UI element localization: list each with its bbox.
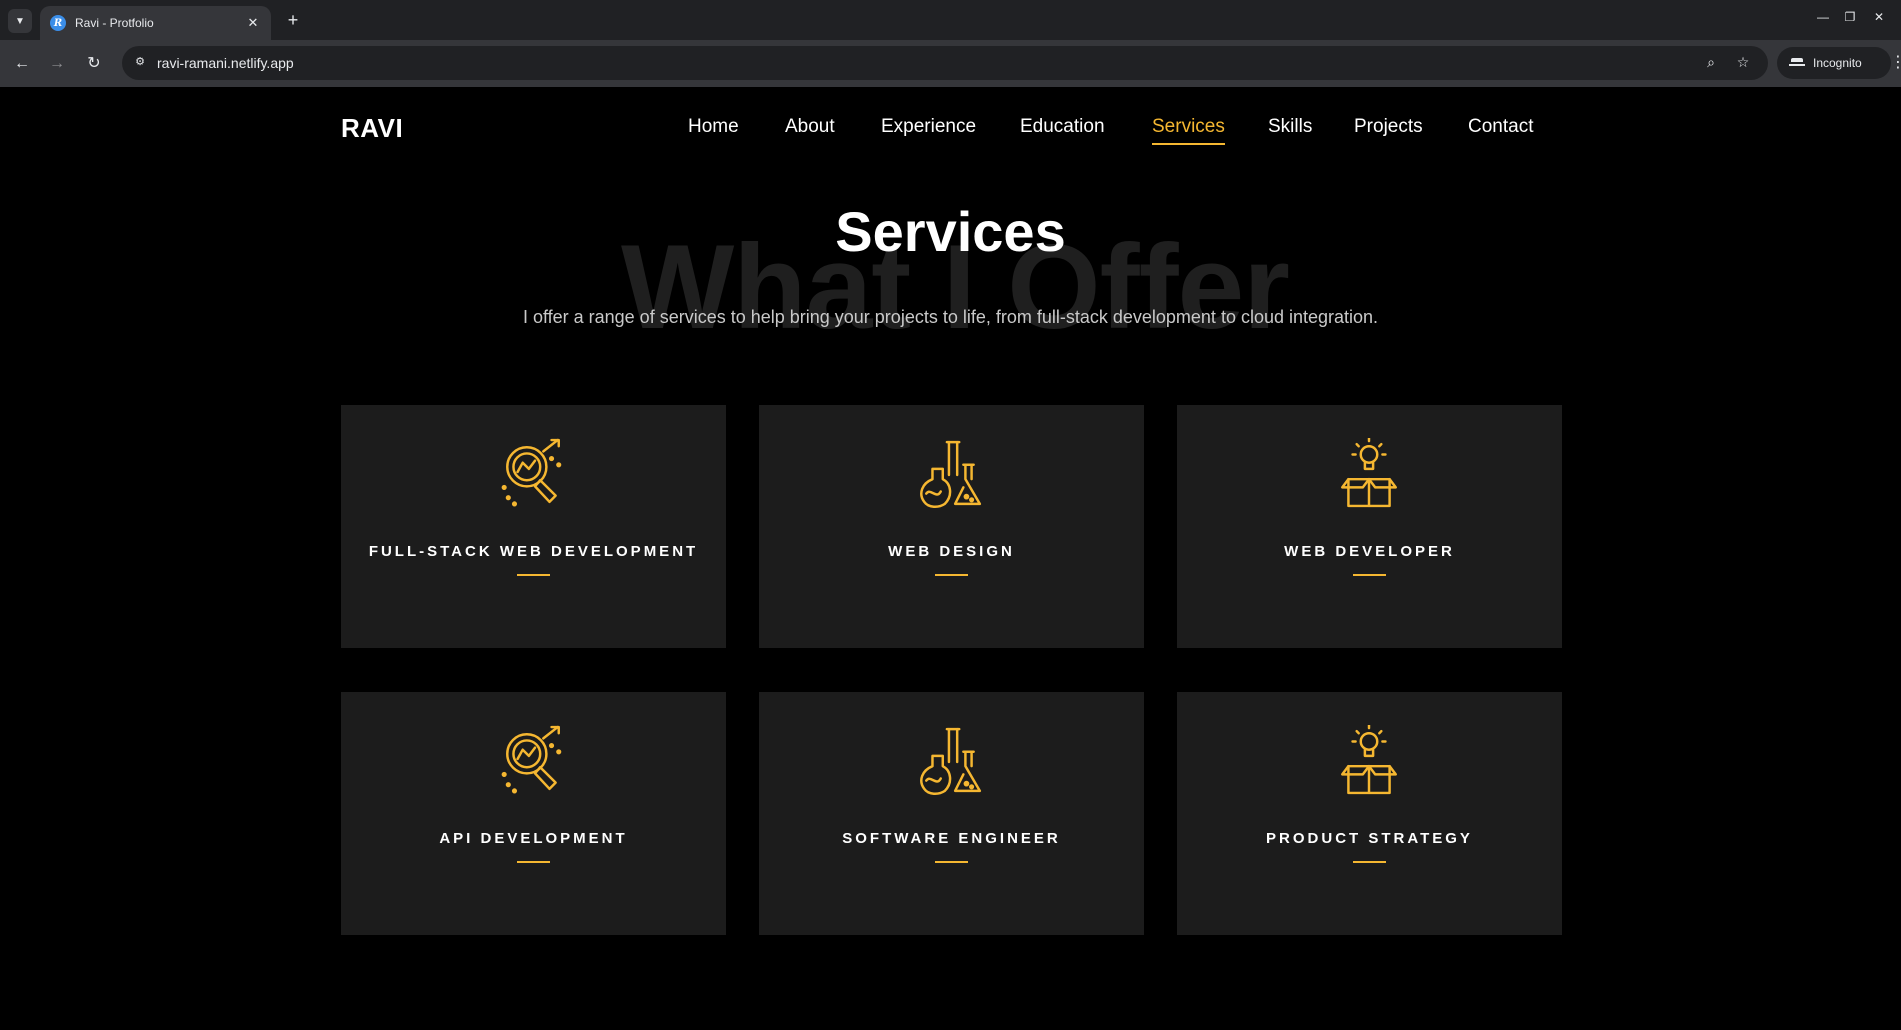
tab-title: Ravi - Protfolio [75,16,154,30]
forward-arrow-icon[interactable]: → [46,53,68,75]
section-subtitle: I offer a range of services to help brin… [522,307,1379,327]
service-card-title: FULL-STACK WEB DEVELOPMENT [368,543,699,560]
restore-icon[interactable]: ❐ [1840,10,1860,24]
bulb-box-icon [1341,725,1397,795]
nav-link-contact[interactable]: Contact [1468,116,1533,138]
nav-link-experience[interactable]: Experience [881,116,976,138]
section-title: Services [835,200,1066,263]
service-card-web-design[interactable]: WEB DESIGN [759,405,1144,648]
tab-search-chevron-icon[interactable]: ▼ [8,9,32,33]
site-info-icon[interactable]: ⚙ [132,55,148,71]
service-card-title: WEB DESIGN [888,543,1015,560]
card-accent-divider [1353,861,1386,863]
card-accent-divider [517,861,550,863]
address-bar[interactable]: ⚙ ravi-ramani.netlify.app ⌕ ☆ [122,46,1768,80]
page-viewport: RAVI Home About Experience Education Ser… [0,87,1901,1030]
service-card-product-strategy[interactable]: PRODUCT STRATEGY [1177,692,1562,935]
service-card-full-stack[interactable]: FULL-STACK WEB DEVELOPMENT [341,405,726,648]
service-card-title: PRODUCT STRATEGY [1266,830,1473,847]
minimize-icon[interactable]: — [1813,10,1833,24]
incognito-indicator[interactable]: Incognito [1777,47,1891,79]
zoom-icon[interactable]: ⌕ [1702,54,1720,71]
flasks-icon [920,727,982,795]
nav-link-education[interactable]: Education [1020,116,1105,138]
reload-icon[interactable]: ↻ [83,53,105,75]
card-accent-divider [935,574,968,576]
incognito-label: Incognito [1813,56,1862,70]
card-accent-divider [935,861,968,863]
nav-link-about[interactable]: About [785,116,835,138]
tab-close-icon[interactable]: ✕ [245,15,261,31]
browser-menu-icon[interactable]: ⋮ [1890,52,1901,72]
browser-tab[interactable]: R Ravi - Protfolio ✕ [40,6,271,40]
incognito-icon [1789,58,1805,68]
service-card-web-developer[interactable]: WEB DEVELOPER [1177,405,1562,648]
service-card-api-development[interactable]: API DEVELOPMENT [341,692,726,935]
magnifier-chart-icon [501,725,562,794]
bookmark-star-icon[interactable]: ☆ [1734,54,1752,71]
service-card-software-engineer[interactable]: SOFTWARE ENGINEER [759,692,1144,935]
browser-tabstrip: ▼ R Ravi - Protfolio ✕ + — ❐ ✕ [0,0,1901,40]
magnifier-chart-icon [501,438,562,507]
main-nav: Home About Experience Education Services… [0,116,1901,146]
window-close-icon[interactable]: ✕ [1869,10,1889,24]
url-text[interactable]: ravi-ramani.netlify.app [157,55,294,71]
nav-link-skills[interactable]: Skills [1268,116,1312,138]
nav-link-projects[interactable]: Projects [1354,116,1423,138]
service-card-title: WEB DEVELOPER [1284,543,1455,560]
service-card-title: SOFTWARE ENGINEER [842,830,1061,847]
card-accent-divider [1353,574,1386,576]
service-card-title: API DEVELOPMENT [439,830,628,847]
flasks-icon [920,440,982,508]
card-accent-divider [517,574,550,576]
new-tab-button[interactable]: + [282,9,304,31]
bulb-box-icon [1341,438,1397,508]
nav-link-home[interactable]: Home [688,116,739,138]
browser-toolbar: ← → ↻ ⚙ ravi-ramani.netlify.app ⌕ ☆ Inco… [0,40,1901,87]
favicon-icon: R [50,15,66,31]
nav-link-services[interactable]: Services [1152,116,1225,145]
back-arrow-icon[interactable]: ← [11,53,33,75]
